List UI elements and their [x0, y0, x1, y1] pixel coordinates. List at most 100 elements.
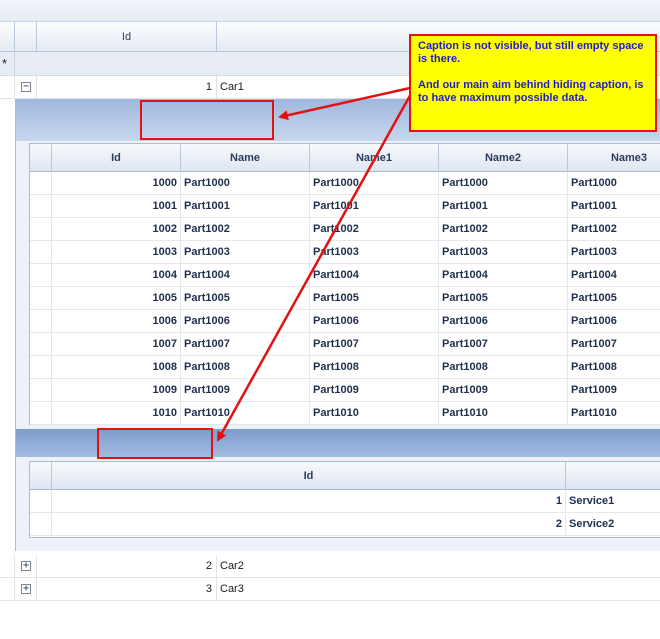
parts-row[interactable]: 1001 Part1001 Part1001 Part1001 Part1001 [30, 195, 660, 218]
part-id-cell[interactable]: 1008 [52, 356, 181, 379]
part-id-cell[interactable]: 1009 [52, 379, 181, 402]
outer-name-cell[interactable]: Car2 [220, 555, 244, 578]
outer-row-car2[interactable]: + 2 Car2 [0, 555, 660, 578]
part-name-cell[interactable]: Part1003 [568, 241, 660, 264]
parts-row[interactable]: 1004 Part1004 Part1004 Part1004 Part1004 [30, 264, 660, 287]
part-name-cell[interactable]: Part1008 [310, 356, 439, 379]
part-name-cell[interactable]: Part1006 [439, 310, 568, 333]
part-name-cell[interactable]: Part1009 [568, 379, 660, 402]
parts-row[interactable]: 1007 Part1007 Part1007 Part1007 Part1007 [30, 333, 660, 356]
service-row[interactable]: 2 Service2 [30, 513, 660, 536]
part-name-cell[interactable]: Part1002 [568, 218, 660, 241]
parts-col-header-name1[interactable]: Name1 [310, 144, 439, 172]
part-name-cell[interactable]: Part1002 [439, 218, 568, 241]
part-name-cell[interactable]: Part1004 [568, 264, 660, 287]
part-name-cell[interactable]: Part1001 [310, 195, 439, 218]
parts-col-header-name[interactable]: Name [181, 144, 310, 172]
part-name-cell[interactable]: Part1002 [310, 218, 439, 241]
row-selector[interactable] [30, 356, 52, 379]
part-name-cell[interactable]: Part1001 [568, 195, 660, 218]
part-name-cell[interactable]: Part1005 [439, 287, 568, 310]
outer-id-cell[interactable]: 3 [37, 578, 217, 601]
parts-col-header-name2[interactable]: Name2 [439, 144, 568, 172]
part-id-cell[interactable]: 1004 [52, 264, 181, 287]
part-name-cell[interactable]: Part1005 [568, 287, 660, 310]
part-name-cell[interactable]: Part1002 [181, 218, 310, 241]
outer-name-cell[interactable]: Car1 [220, 76, 244, 99]
service-id-cell[interactable]: 1 [52, 490, 566, 513]
row-selector[interactable] [0, 555, 15, 578]
part-name-cell[interactable]: Part1008 [439, 356, 568, 379]
outer-id-cell[interactable]: 1 [37, 76, 217, 99]
row-selector[interactable] [0, 578, 15, 601]
parts-row[interactable]: 1005 Part1005 Part1005 Part1005 Part1005 [30, 287, 660, 310]
row-selector[interactable] [30, 218, 52, 241]
parts-row[interactable]: 1002 Part1002 Part1002 Part1002 Part1002 [30, 218, 660, 241]
part-name-cell[interactable]: Part1003 [439, 241, 568, 264]
row-selector[interactable] [30, 513, 52, 536]
row-selector[interactable] [30, 172, 52, 195]
services-col-header-name[interactable] [566, 462, 660, 490]
parts-row[interactable]: 1008 Part1008 Part1008 Part1008 Part1008 [30, 356, 660, 379]
parts-row[interactable]: 1000 Part1000 Part1000 Part1000 Part1000 [30, 172, 660, 195]
part-name-cell[interactable]: Part1007 [439, 333, 568, 356]
part-id-cell[interactable]: 1007 [52, 333, 181, 356]
row-selector[interactable] [30, 264, 52, 287]
part-name-cell[interactable]: Part1003 [310, 241, 439, 264]
part-id-cell[interactable]: 1005 [52, 287, 181, 310]
parts-row[interactable]: 1006 Part1006 Part1006 Part1006 Part1006 [30, 310, 660, 333]
part-name-cell[interactable]: Part1000 [568, 172, 660, 195]
expand-icon[interactable]: + [21, 584, 31, 594]
column-header-id[interactable]: Id [37, 22, 217, 52]
part-name-cell[interactable]: Part1001 [181, 195, 310, 218]
part-name-cell[interactable]: Part1004 [439, 264, 568, 287]
row-selector[interactable] [30, 195, 52, 218]
part-id-cell[interactable]: 1001 [52, 195, 181, 218]
part-name-cell[interactable]: Part1009 [439, 379, 568, 402]
row-selector[interactable] [30, 402, 52, 425]
outer-row-car3[interactable]: + 3 Car3 [0, 578, 660, 601]
part-name-cell[interactable]: Part1010 [568, 402, 660, 425]
part-name-cell[interactable]: Part1007 [310, 333, 439, 356]
part-name-cell[interactable]: Part1003 [181, 241, 310, 264]
collapse-icon[interactable]: − [21, 82, 31, 92]
parts-row[interactable]: 1003 Part1003 Part1003 Part1003 Part1003 [30, 241, 660, 264]
row-selector[interactable] [0, 76, 15, 99]
part-name-cell[interactable]: Part1006 [181, 310, 310, 333]
part-name-cell[interactable]: Part1008 [181, 356, 310, 379]
part-name-cell[interactable]: Part1010 [310, 402, 439, 425]
part-id-cell[interactable]: 1002 [52, 218, 181, 241]
part-id-cell[interactable]: 1003 [52, 241, 181, 264]
outer-name-cell[interactable]: Car3 [220, 578, 244, 601]
row-selector[interactable] [30, 490, 52, 513]
part-id-cell[interactable]: 1010 [52, 402, 181, 425]
part-name-cell[interactable]: Part1005 [181, 287, 310, 310]
part-name-cell[interactable]: Part1000 [310, 172, 439, 195]
service-row[interactable]: 1 Service1 [30, 490, 660, 513]
parts-col-header-name3[interactable]: Name3 [568, 144, 660, 172]
service-name-cell[interactable]: Service1 [566, 490, 660, 513]
part-name-cell[interactable]: Part1001 [439, 195, 568, 218]
part-name-cell[interactable]: Part1006 [568, 310, 660, 333]
row-selector[interactable] [30, 379, 52, 402]
row-selector[interactable] [30, 333, 52, 356]
parts-col-header-id[interactable]: Id [52, 144, 181, 172]
part-name-cell[interactable]: Part1004 [181, 264, 310, 287]
row-selector[interactable] [30, 310, 52, 333]
part-name-cell[interactable]: Part1006 [310, 310, 439, 333]
part-name-cell[interactable]: Part1010 [439, 402, 568, 425]
parts-row[interactable]: 1010 Part1010 Part1010 Part1010 Part1010 [30, 402, 660, 425]
services-col-header-id[interactable]: Id [52, 462, 566, 490]
part-name-cell[interactable]: Part1005 [310, 287, 439, 310]
expand-icon[interactable]: + [21, 561, 31, 571]
part-name-cell[interactable]: Part1007 [181, 333, 310, 356]
part-name-cell[interactable]: Part1009 [310, 379, 439, 402]
part-name-cell[interactable]: Part1004 [310, 264, 439, 287]
part-name-cell[interactable]: Part1000 [181, 172, 310, 195]
part-name-cell[interactable]: Part1010 [181, 402, 310, 425]
service-id-cell[interactable]: 2 [52, 513, 566, 536]
parts-row[interactable]: 1009 Part1009 Part1009 Part1009 Part1009 [30, 379, 660, 402]
row-selector[interactable] [30, 287, 52, 310]
service-name-cell[interactable]: Service2 [566, 513, 660, 536]
part-name-cell[interactable]: Part1009 [181, 379, 310, 402]
